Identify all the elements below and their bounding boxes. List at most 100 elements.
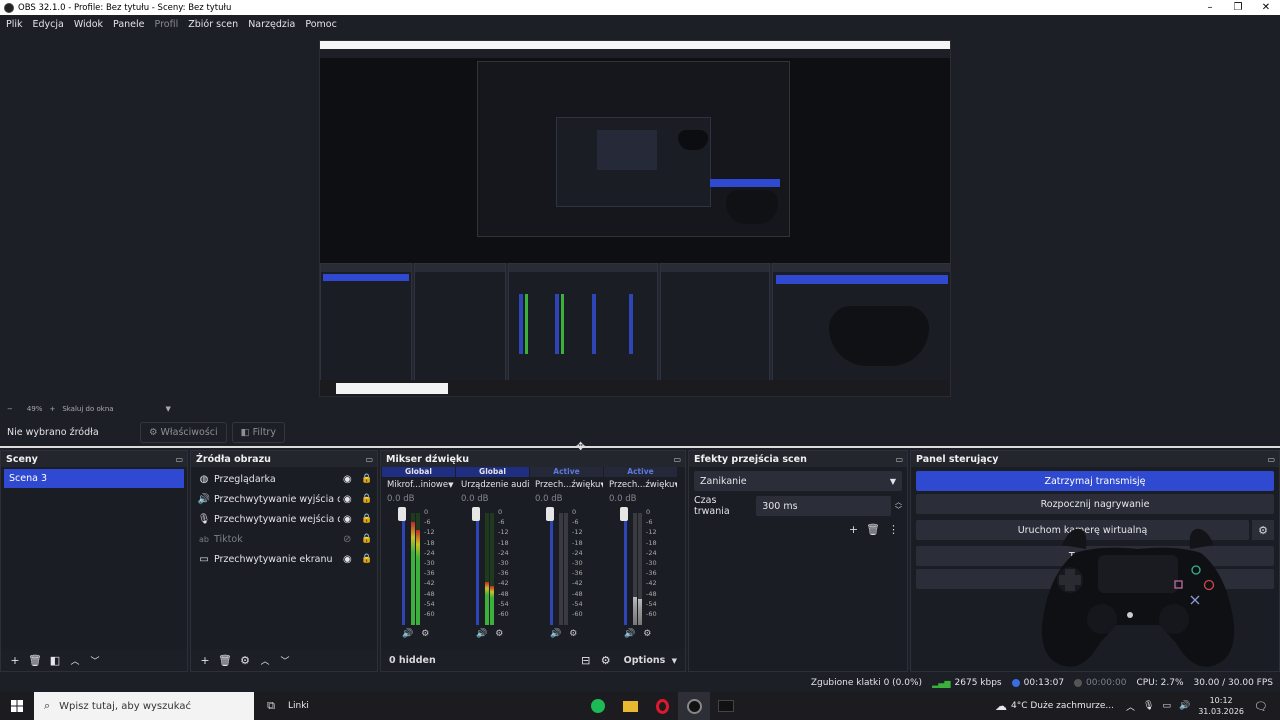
restore-icon[interactable]: ❐ <box>1224 0 1252 15</box>
move-down-button[interactable]: ﹀ <box>277 652 293 668</box>
dock-splitter[interactable] <box>0 446 1280 448</box>
preview-canvas[interactable] <box>319 40 951 397</box>
float-icon[interactable]: ▭ <box>895 455 903 464</box>
move-up-button[interactable]: ︿ <box>257 652 273 668</box>
volume-fader[interactable] <box>402 513 405 625</box>
menu-zbior-scen[interactable]: Zbiór scen <box>182 19 242 30</box>
notifications-icon[interactable]: 🗨 <box>1254 700 1268 713</box>
volume-icon[interactable]: 🔊 <box>1179 701 1190 711</box>
transition-select[interactable]: Zanikanie ▼ <box>694 471 902 491</box>
spotify-icon[interactable] <box>582 692 614 720</box>
task-view-icon[interactable]: ⧉ <box>254 692 288 720</box>
lock-icon[interactable]: 🔒 <box>361 554 372 564</box>
obs-taskbar-icon[interactable] <box>678 692 710 720</box>
volume-fader[interactable] <box>550 513 553 625</box>
close-icon[interactable]: ✕ <box>1252 0 1280 15</box>
source-item[interactable]: ▭ Przechwytywanie ekranu ◉ 🔒 <box>191 549 377 569</box>
scene-filters-button[interactable]: ◧ <box>47 652 63 668</box>
file-explorer-icon[interactable] <box>614 692 646 720</box>
float-icon[interactable]: ▭ <box>365 455 373 464</box>
options-button[interactable]: Options ▼ <box>624 655 677 666</box>
filters-button[interactable]: ◧ Filtry <box>231 422 285 443</box>
channel-settings-icon[interactable]: ⚙ <box>495 629 503 639</box>
menu-plik[interactable]: Plik <box>0 19 27 30</box>
speaker-icon[interactable]: 🔊 <box>402 629 413 639</box>
lock-icon[interactable]: 🔒 <box>361 514 372 524</box>
menu-widok[interactable]: Widok <box>68 19 107 30</box>
start-record-button[interactable]: Rozpocznij nagrywanie <box>916 494 1274 514</box>
lock-icon[interactable]: 🔒 <box>361 534 372 544</box>
app-taskbar-icon[interactable] <box>710 692 742 720</box>
fader-handle[interactable] <box>620 507 628 521</box>
move-down-button[interactable]: ﹀ <box>87 652 103 668</box>
network-icon[interactable]: ▭ <box>1162 701 1171 711</box>
remove-scene-button[interactable]: 🗑 <box>27 652 43 668</box>
source-item[interactable]: ab Tiktok ⊘ 🔒 <box>191 529 377 549</box>
preview-area[interactable] <box>0 33 1280 403</box>
virtual-cam-settings-icon[interactable]: ⚙ <box>1252 520 1274 540</box>
lock-icon[interactable]: 🔒 <box>361 494 372 504</box>
speaker-icon[interactable]: 🔊 <box>476 629 487 639</box>
volume-fader[interactable] <box>476 513 479 625</box>
menu-pomoc[interactable]: Pomoc <box>299 19 341 30</box>
channel-name-select[interactable]: Mikrof...iniowe ▼ <box>382 478 455 492</box>
fader-handle[interactable] <box>398 507 406 521</box>
float-icon[interactable]: ▭ <box>673 455 681 464</box>
eye-icon[interactable]: ◉ <box>343 474 352 485</box>
source-item[interactable]: ◍ Przeglądarka ◉ 🔒 <box>191 469 377 489</box>
opera-icon[interactable] <box>646 692 678 720</box>
start-button[interactable] <box>0 692 34 720</box>
zoom-out-button[interactable]: − <box>7 405 13 413</box>
channel-name-select[interactable]: Przech...źwięku▼ <box>530 478 603 492</box>
menu-edycja[interactable]: Edycja <box>27 19 68 30</box>
source-item[interactable]: 🔊 Przechwytywanie wyjścia dźwięku ◉ 🔒 <box>191 489 377 509</box>
channel-name-select[interactable]: Urządzenie audio▼ <box>456 478 529 492</box>
links-toolbar[interactable]: Linki <box>288 692 328 720</box>
microphone-tray-icon[interactable]: 🎙 <box>1143 701 1154 711</box>
eye-hidden-icon[interactable]: ⊘ <box>343 534 351 545</box>
weather-text[interactable]: 4°C Duże zachmurze... <box>1011 701 1114 711</box>
remove-source-button[interactable]: 🗑 <box>217 652 233 668</box>
fader-handle[interactable] <box>546 507 554 521</box>
zoom-mode[interactable]: Skaluj do okna <box>62 405 113 413</box>
add-transition-button[interactable]: + <box>849 523 858 536</box>
mixer-settings-button[interactable]: ⚙ <box>598 652 614 668</box>
remove-transition-button[interactable]: 🗑 <box>866 523 880 536</box>
muted-speaker-icon[interactable]: 🔊 <box>624 629 635 639</box>
channel-settings-icon[interactable]: ⚙ <box>643 629 651 639</box>
zoom-mode-dropdown-icon[interactable]: ▼ <box>166 405 171 413</box>
channel-settings-icon[interactable]: ⚙ <box>569 629 577 639</box>
eye-icon[interactable]: ◉ <box>343 554 352 565</box>
taskbar-search[interactable]: ⌕ Wpisz tutaj, aby wyszukać <box>34 692 254 720</box>
channel-name-select[interactable]: Przech...źwięku▼ <box>604 478 677 492</box>
mixer-layout-button[interactable]: ⊟ <box>578 652 594 668</box>
stop-stream-button[interactable]: Zatrzymaj transmisję <box>916 471 1274 491</box>
source-properties-button[interactable]: ⚙ <box>237 652 253 668</box>
float-icon[interactable]: ▭ <box>175 455 183 464</box>
menu-narzedzia[interactable]: Narzędzia <box>242 19 299 30</box>
source-item[interactable]: 🎙 Przechwytywanie wejścia dźwięku ◉ 🔒 <box>191 509 377 529</box>
fader-handle[interactable] <box>472 507 480 521</box>
properties-button[interactable]: ⚙ Właściwości <box>140 422 227 443</box>
add-source-button[interactable]: + <box>197 652 213 668</box>
duration-input[interactable]: 300 ms <box>756 496 891 516</box>
lock-icon[interactable]: 🔒 <box>361 474 372 484</box>
tray-chevron-icon[interactable]: ︿ <box>1126 700 1135 713</box>
menu-panele[interactable]: Panele <box>107 19 148 30</box>
eye-icon[interactable]: ◉ <box>343 494 352 505</box>
move-up-button[interactable]: ︿ <box>67 652 83 668</box>
zoom-in-button[interactable]: + <box>49 405 55 413</box>
menu-profil[interactable]: Profil <box>149 19 183 30</box>
add-scene-button[interactable]: + <box>7 652 23 668</box>
minimize-icon[interactable]: – <box>1196 0 1224 15</box>
clock[interactable]: 10:12 31.03.2026 <box>1198 695 1244 717</box>
more-options-icon[interactable]: ⋮ <box>888 523 899 536</box>
weather-icon[interactable]: ☁ <box>995 699 1007 713</box>
eye-icon[interactable]: ◉ <box>343 514 352 525</box>
scene-item[interactable]: Scena 3 <box>4 469 184 488</box>
muted-speaker-icon[interactable]: 🔊 <box>550 629 561 639</box>
duration-stepper-icon[interactable]: ︿ ﹀ <box>895 498 902 514</box>
channel-settings-icon[interactable]: ⚙ <box>421 629 429 639</box>
volume-fader[interactable] <box>624 513 627 625</box>
float-icon[interactable]: ▭ <box>1267 455 1275 464</box>
